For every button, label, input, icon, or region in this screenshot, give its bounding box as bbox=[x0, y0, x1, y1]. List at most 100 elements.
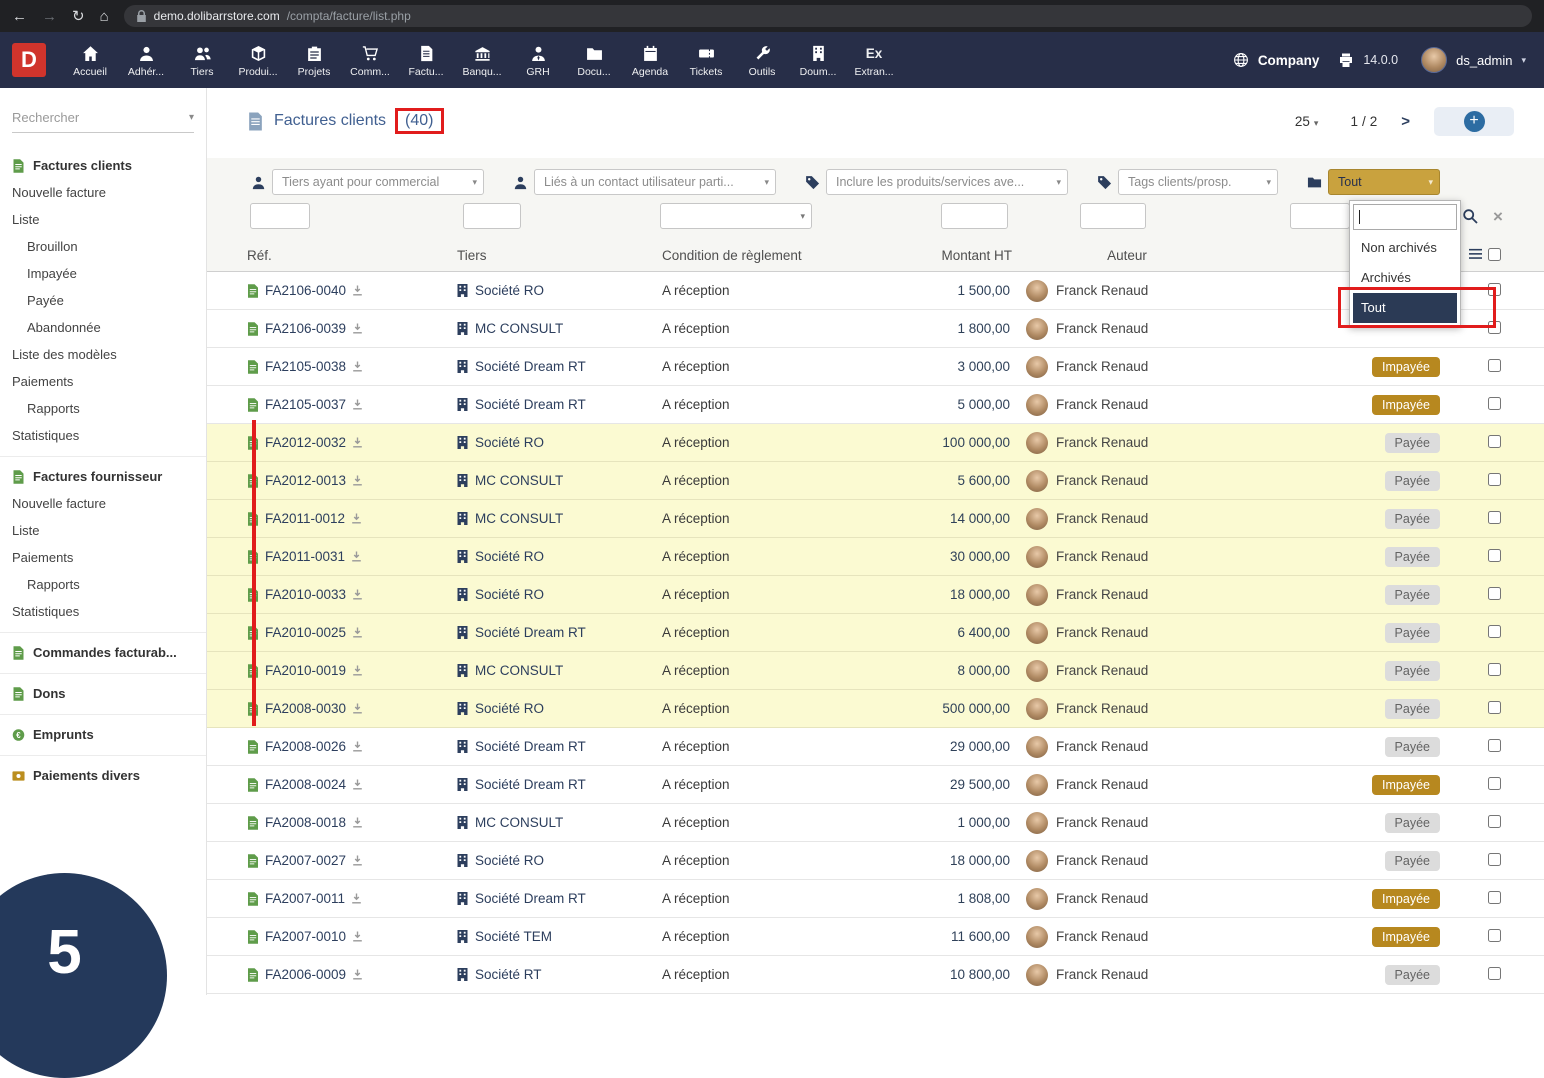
dropdown-option-non-archiv-s[interactable]: Non archivés bbox=[1353, 233, 1457, 263]
sidebar-item-rapports[interactable]: Rapports bbox=[0, 395, 206, 422]
sidebar-section-factures-fournisseur[interactable]: Factures fournisseur bbox=[0, 460, 206, 490]
sidebar-section-paiements-divers[interactable]: Paiements divers bbox=[0, 759, 206, 789]
search-ref-input[interactable] bbox=[250, 203, 310, 229]
search-tiers-input[interactable] bbox=[463, 203, 521, 229]
menu-outils[interactable]: Outils bbox=[734, 42, 790, 78]
invoice-ref-link[interactable]: FA2006-0009 bbox=[265, 967, 346, 982]
thirdparty-link[interactable]: Société RO bbox=[475, 549, 544, 564]
download-icon[interactable] bbox=[351, 893, 362, 904]
menu-comm[interactable]: Comm... bbox=[342, 42, 398, 78]
search-status-input[interactable] bbox=[1290, 203, 1350, 229]
invoice-ref-link[interactable]: FA2008-0024 bbox=[265, 777, 346, 792]
invoice-ref-link[interactable]: FA2012-0032 bbox=[265, 435, 346, 450]
row-checkbox[interactable] bbox=[1487, 358, 1501, 372]
clear-search-icon[interactable]: × bbox=[1493, 208, 1503, 225]
download-icon[interactable] bbox=[352, 779, 363, 790]
page-size-select[interactable]: 25 ▾ bbox=[1295, 114, 1319, 129]
menu-agenda[interactable]: Agenda bbox=[622, 42, 678, 78]
col-condition[interactable]: Condition de règlement bbox=[662, 248, 862, 263]
download-icon[interactable] bbox=[352, 361, 363, 372]
col-montant[interactable]: Montant HT bbox=[862, 248, 1012, 263]
sidebar-item-paiements[interactable]: Paiements bbox=[0, 544, 206, 571]
row-checkbox[interactable] bbox=[1487, 928, 1501, 942]
download-icon[interactable] bbox=[352, 969, 363, 980]
sidebar-item-brouillon[interactable]: Brouillon bbox=[0, 233, 206, 260]
invoice-ref-link[interactable]: FA2105-0038 bbox=[265, 359, 346, 374]
row-checkbox[interactable] bbox=[1487, 434, 1501, 448]
field-selector-icon[interactable] bbox=[1469, 248, 1482, 260]
row-checkbox[interactable] bbox=[1487, 814, 1501, 828]
download-icon[interactable] bbox=[351, 513, 362, 524]
menu-banqu[interactable]: Banqu... bbox=[454, 42, 510, 78]
download-icon[interactable] bbox=[352, 437, 363, 448]
sidebar-item-nouvelle-facture[interactable]: Nouvelle facture bbox=[0, 490, 206, 517]
row-checkbox[interactable] bbox=[1487, 852, 1501, 866]
address-bar[interactable]: demo.dolibarrstore.com/compta/facture/li… bbox=[123, 5, 1532, 27]
menu-produi[interactable]: Produi... bbox=[230, 42, 286, 78]
invoice-ref-link[interactable]: FA2008-0018 bbox=[265, 815, 346, 830]
download-icon[interactable] bbox=[352, 627, 363, 638]
thirdparty-link[interactable]: Société Dream RT bbox=[475, 891, 586, 906]
col-auteur[interactable]: Auteur bbox=[1012, 248, 1242, 263]
thirdparty-link[interactable]: MC CONSULT bbox=[475, 473, 563, 488]
thirdparty-link[interactable]: Société RO bbox=[475, 701, 544, 716]
thirdparty-link[interactable]: Société Dream RT bbox=[475, 739, 586, 754]
thirdparty-link[interactable]: Société RO bbox=[475, 435, 544, 450]
row-checkbox[interactable] bbox=[1487, 282, 1501, 296]
sidebar-section-emprunts[interactable]: € Emprunts bbox=[0, 718, 206, 748]
sidebar-item-nouvelle-facture[interactable]: Nouvelle facture bbox=[0, 179, 206, 206]
search-icon[interactable] bbox=[1462, 208, 1478, 224]
menu-grh[interactable]: GRH bbox=[510, 42, 566, 78]
dropdown-option-tout[interactable]: Tout bbox=[1353, 293, 1457, 323]
invoice-ref-link[interactable]: FA2010-0019 bbox=[265, 663, 346, 678]
next-page-button[interactable]: > bbox=[1401, 113, 1410, 130]
current-page[interactable]: 1 bbox=[1350, 114, 1358, 129]
thirdparty-link[interactable]: Société Dream RT bbox=[475, 397, 586, 412]
dolibarr-logo[interactable]: D bbox=[12, 43, 46, 77]
invoice-ref-link[interactable]: FA2012-0013 bbox=[265, 473, 346, 488]
thirdparty-link[interactable]: MC CONSULT bbox=[475, 321, 563, 336]
row-checkbox[interactable] bbox=[1487, 662, 1501, 676]
chevron-down-icon[interactable]: ▾ bbox=[189, 112, 194, 123]
filter-select-li-s-un-contact-utilisateur-parti[interactable]: Liés à un contact utilisateur parti... ▾ bbox=[534, 169, 776, 195]
download-icon[interactable] bbox=[352, 817, 363, 828]
sidebar-item-rapports[interactable]: Rapports bbox=[0, 571, 206, 598]
sidebar-search-input[interactable] bbox=[12, 110, 164, 125]
sidebar-item-statistiques[interactable]: Statistiques bbox=[0, 598, 206, 625]
menu-accueil[interactable]: Accueil bbox=[62, 42, 118, 78]
sidebar-section-factures-clients[interactable]: Factures clients bbox=[0, 149, 206, 179]
invoice-ref-link[interactable]: FA2007-0027 bbox=[265, 853, 346, 868]
sidebar-item-pay-e[interactable]: Payée bbox=[0, 287, 206, 314]
thirdparty-link[interactable]: Société RO bbox=[475, 853, 544, 868]
col-tiers[interactable]: Tiers bbox=[457, 248, 662, 263]
row-checkbox[interactable] bbox=[1487, 700, 1501, 714]
menu-projets[interactable]: Projets bbox=[286, 42, 342, 78]
menu-docu[interactable]: Docu... bbox=[566, 42, 622, 78]
sidebar-item-impay-e[interactable]: Impayée bbox=[0, 260, 206, 287]
user-avatar[interactable] bbox=[1421, 47, 1448, 73]
search-condition-select[interactable]: ▾ bbox=[660, 203, 812, 229]
search-auteur-input[interactable] bbox=[1080, 203, 1146, 229]
invoice-ref-link[interactable]: FA2007-0011 bbox=[265, 891, 345, 906]
download-icon[interactable] bbox=[352, 475, 363, 486]
menu-doum[interactable]: Doum... bbox=[790, 42, 846, 78]
thirdparty-link[interactable]: Société RO bbox=[475, 283, 544, 298]
download-icon[interactable] bbox=[352, 741, 363, 752]
sidebar-item-statistiques[interactable]: Statistiques bbox=[0, 422, 206, 449]
download-icon[interactable] bbox=[352, 399, 363, 410]
download-icon[interactable] bbox=[352, 323, 363, 334]
download-icon[interactable] bbox=[352, 285, 363, 296]
home-icon[interactable]: ⌂ bbox=[100, 9, 109, 24]
select-all-checkbox[interactable] bbox=[1488, 248, 1501, 261]
thirdparty-link[interactable]: Société RO bbox=[475, 587, 544, 602]
download-icon[interactable] bbox=[352, 665, 363, 676]
download-icon[interactable] bbox=[351, 551, 362, 562]
thirdparty-link[interactable]: MC CONSULT bbox=[475, 511, 563, 526]
refresh-icon[interactable]: ↻ bbox=[72, 9, 85, 24]
row-checkbox[interactable] bbox=[1487, 890, 1501, 904]
new-invoice-button[interactable]: + bbox=[1434, 106, 1514, 136]
sidebar-section-commandes-facturab[interactable]: Commandes facturab... bbox=[0, 636, 206, 666]
menu-adh-r[interactable]: Adhér... bbox=[118, 42, 174, 78]
printer-icon[interactable] bbox=[1338, 52, 1354, 68]
menu-factu[interactable]: Factu... bbox=[398, 42, 454, 78]
